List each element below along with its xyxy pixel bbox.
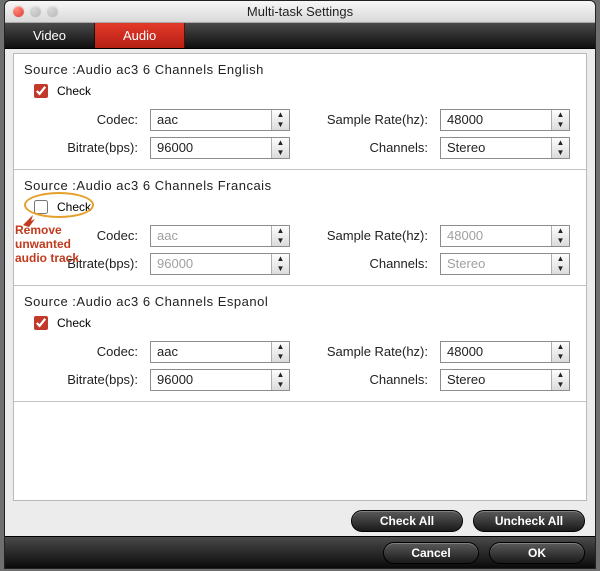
check-all-button[interactable]: Check All (351, 510, 463, 532)
samplerate-stepper[interactable]: ▲▼ (440, 341, 570, 363)
codec-stepper[interactable]: ▲▼ (150, 341, 290, 363)
codec-stepper[interactable]: ▲▼ (150, 225, 290, 247)
stepper-arrows-icon[interactable]: ▲▼ (271, 226, 289, 246)
zoom-icon[interactable] (47, 6, 58, 17)
channels-label: Channels: (300, 256, 430, 271)
uncheck-all-button[interactable]: Uncheck All (473, 510, 585, 532)
codec-label: Codec: (30, 228, 140, 243)
footer-dialog-buttons: Cancel OK (5, 536, 595, 568)
bitrate-label: Bitrate(bps): (30, 140, 140, 155)
codec-label: Codec: (30, 344, 140, 359)
samplerate-stepper[interactable]: ▲▼ (440, 109, 570, 131)
source-label: Source :Audio ac3 6 Channels Francais (24, 178, 576, 193)
content-area: Source :Audio ac3 6 Channels English Che… (5, 49, 595, 504)
bitrate-input[interactable] (150, 369, 290, 391)
channels-stepper[interactable]: ▲▼ (440, 253, 570, 275)
stepper-arrows-icon[interactable]: ▲▼ (551, 138, 569, 158)
check-row: Check (30, 197, 576, 217)
stepper-arrows-icon[interactable]: ▲▼ (551, 254, 569, 274)
window-title: Multi-task Settings (5, 4, 595, 19)
check-row: Check (30, 313, 576, 333)
track-group: Source :Audio ac3 6 Channels Francais Ch… (14, 170, 586, 286)
tab-audio[interactable]: Audio (95, 23, 185, 48)
stepper-arrows-icon[interactable]: ▲▼ (271, 138, 289, 158)
check-checkbox[interactable] (34, 200, 48, 214)
check-label: Check (57, 316, 91, 330)
samplerate-label: Sample Rate(hz): (300, 228, 430, 243)
cancel-button[interactable]: Cancel (383, 542, 479, 564)
bitrate-input[interactable] (150, 253, 290, 275)
track-group: Source :Audio ac3 6 Channels Espanol Che… (14, 286, 586, 402)
bitrate-input[interactable] (150, 137, 290, 159)
channels-label: Channels: (300, 140, 430, 155)
check-checkbox[interactable] (34, 84, 48, 98)
footer-check-buttons: Check All Uncheck All (5, 504, 595, 536)
bitrate-stepper[interactable]: ▲▼ (150, 253, 290, 275)
check-label: Check (57, 84, 91, 98)
check-label: Check (57, 200, 91, 214)
bitrate-label: Bitrate(bps): (30, 372, 140, 387)
channels-stepper[interactable]: ▲▼ (440, 137, 570, 159)
close-icon[interactable] (13, 6, 24, 17)
stepper-arrows-icon[interactable]: ▲▼ (271, 110, 289, 130)
bitrate-stepper[interactable]: ▲▼ (150, 369, 290, 391)
source-label: Source :Audio ac3 6 Channels English (24, 62, 576, 77)
samplerate-label: Sample Rate(hz): (300, 112, 430, 127)
bitrate-stepper[interactable]: ▲▼ (150, 137, 290, 159)
codec-stepper[interactable]: ▲▼ (150, 109, 290, 131)
channels-label: Channels: (300, 372, 430, 387)
samplerate-label: Sample Rate(hz): (300, 344, 430, 359)
track-group: Source :Audio ac3 6 Channels English Che… (14, 54, 586, 170)
channels-stepper[interactable]: ▲▼ (440, 369, 570, 391)
source-label: Source :Audio ac3 6 Channels Espanol (24, 294, 576, 309)
stepper-arrows-icon[interactable]: ▲▼ (271, 370, 289, 390)
bitrate-label: Bitrate(bps): (30, 256, 140, 271)
stepper-arrows-icon[interactable]: ▲▼ (271, 254, 289, 274)
tab-video[interactable]: Video (5, 23, 95, 48)
codec-label: Codec: (30, 112, 140, 127)
ok-button[interactable]: OK (489, 542, 585, 564)
stepper-arrows-icon[interactable]: ▲▼ (551, 226, 569, 246)
check-row: Check (30, 81, 576, 101)
fields-grid: Codec: ▲▼ Sample Rate(hz): ▲▼ Bitrate(bp… (30, 109, 576, 159)
fields-grid: Codec: ▲▼ Sample Rate(hz): ▲▼ Bitrate(bp… (30, 225, 576, 275)
codec-input[interactable] (150, 341, 290, 363)
codec-input[interactable] (150, 109, 290, 131)
track-list[interactable]: Source :Audio ac3 6 Channels English Che… (13, 53, 587, 501)
tab-bar: Video Audio (5, 23, 595, 49)
stepper-arrows-icon[interactable]: ▲▼ (551, 110, 569, 130)
stepper-arrows-icon[interactable]: ▲▼ (551, 370, 569, 390)
minimize-icon[interactable] (30, 6, 41, 17)
samplerate-stepper[interactable]: ▲▼ (440, 225, 570, 247)
fields-grid: Codec: ▲▼ Sample Rate(hz): ▲▼ Bitrate(bp… (30, 341, 576, 391)
window-controls (13, 6, 58, 17)
codec-input[interactable] (150, 225, 290, 247)
check-checkbox[interactable] (34, 316, 48, 330)
stepper-arrows-icon[interactable]: ▲▼ (271, 342, 289, 362)
titlebar: Multi-task Settings (5, 1, 595, 23)
stepper-arrows-icon[interactable]: ▲▼ (551, 342, 569, 362)
settings-window: Multi-task Settings Video Audio Source :… (4, 0, 596, 569)
